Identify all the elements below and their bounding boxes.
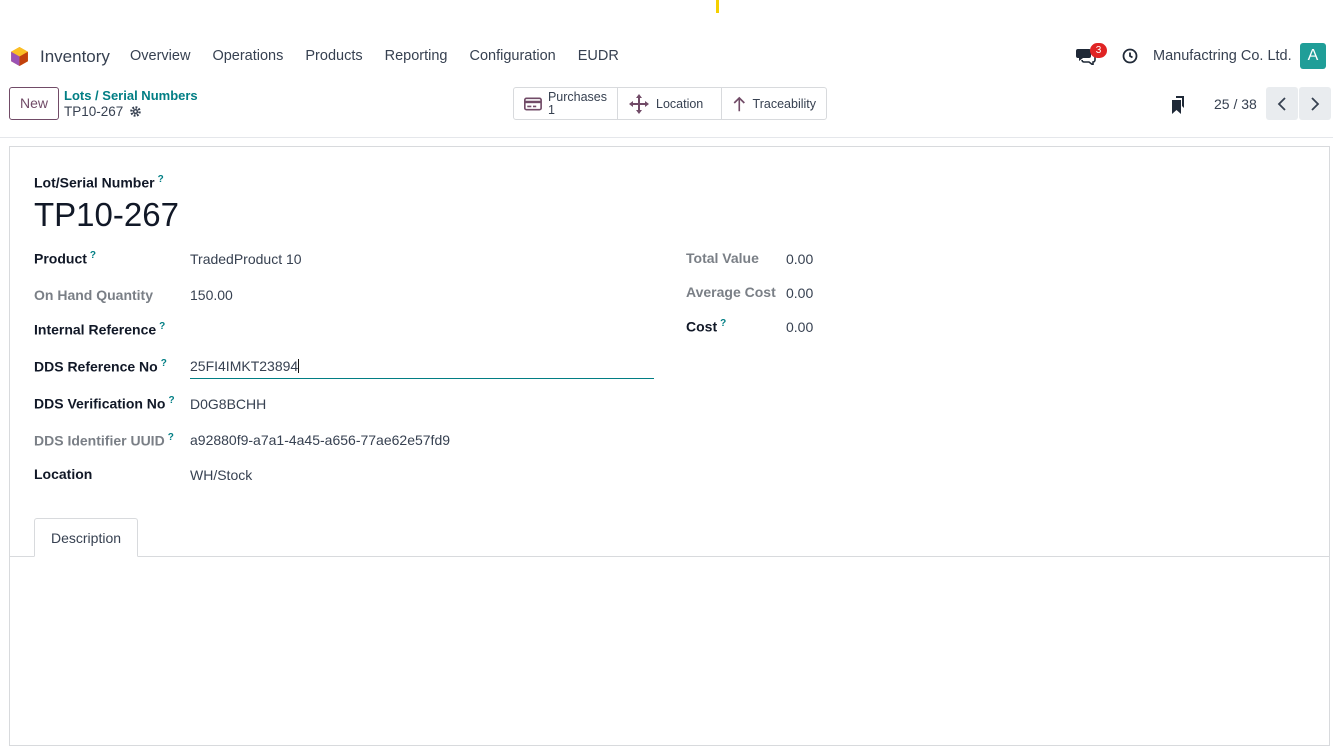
purchases-label: Purchases	[547, 89, 607, 104]
traceability-smart-button[interactable]: Traceability	[722, 88, 826, 119]
chevron-right-icon	[1311, 96, 1320, 111]
internal-reference-input[interactable]	[190, 321, 654, 341]
dds-verification-label-text: DDS Verification No	[34, 395, 166, 412]
text-caret	[298, 359, 300, 373]
dds-reference-label-text: DDS Reference No	[34, 358, 158, 375]
location-label: Location	[34, 466, 93, 482]
menu-eudr[interactable]: EUDR	[578, 48, 619, 64]
total-value: 0.00	[786, 251, 814, 267]
record-name: TP10-267	[64, 104, 142, 119]
internal-reference-label: Internal Reference?	[34, 321, 165, 338]
chat-count-badge: 3	[1090, 43, 1107, 58]
user-avatar[interactable]: A	[1300, 43, 1326, 69]
help-tooltip[interactable]: ?	[168, 432, 174, 443]
help-tooltip[interactable]: ?	[158, 174, 164, 185]
dds-reference-input[interactable]: 25FI4IMKT23894	[190, 358, 654, 379]
inventory-app-icon[interactable]	[9, 46, 30, 67]
control-panel-divider	[0, 137, 1333, 138]
gear-icon[interactable]	[129, 105, 142, 118]
cost-value[interactable]: 0.00	[786, 319, 813, 335]
arrow-up-icon	[733, 96, 745, 111]
purchases-count: 1	[547, 102, 555, 117]
pager-next-button[interactable]	[1299, 87, 1331, 120]
location-label: Location	[656, 96, 704, 111]
help-tooltip[interactable]: ?	[720, 318, 726, 329]
help-tooltip[interactable]: ?	[90, 250, 96, 261]
product-label: Product?	[34, 250, 96, 267]
dds-verification-value[interactable]: D0G8BCHH	[190, 396, 266, 412]
dds-uuid-label: DDS Identifier UUID?	[34, 432, 174, 449]
lot-name-value[interactable]: TP10-267	[34, 196, 179, 234]
average-cost-value: 0.00	[786, 285, 814, 301]
move-arrows-icon	[629, 93, 649, 114]
menu-configuration[interactable]: Configuration	[469, 48, 555, 64]
average-cost-label: Average Cost	[686, 284, 776, 300]
help-tooltip[interactable]: ?	[161, 358, 167, 369]
pager-value[interactable]: 25 / 38	[1214, 96, 1257, 112]
tabs-divider	[10, 556, 1329, 557]
location-value[interactable]: WH/Stock	[190, 467, 252, 483]
dds-reference-label: DDS Reference No?	[34, 358, 167, 375]
location-smart-button[interactable]: Location	[618, 88, 722, 119]
app-name[interactable]: Inventory	[40, 47, 110, 67]
dds-reference-value: 25FI4IMKT23894	[190, 358, 299, 374]
lot-serial-label-text: Lot/Serial Number	[34, 174, 155, 191]
new-button[interactable]: New	[9, 87, 59, 120]
tab-description[interactable]: Description	[34, 518, 138, 557]
credit-card-icon	[524, 96, 542, 111]
company-switcher[interactable]: Manufactring Co. Ltd.	[1153, 48, 1292, 64]
product-value[interactable]: TradedProduct 10	[190, 251, 302, 267]
onhand-label: On Hand Quantity	[34, 287, 153, 303]
menu-reporting[interactable]: Reporting	[385, 48, 448, 64]
onhand-value: 150.00	[190, 287, 233, 303]
dds-verification-label: DDS Verification No?	[34, 395, 175, 412]
help-tooltip[interactable]: ?	[159, 321, 165, 332]
record-name-text: TP10-267	[64, 104, 124, 119]
traceability-label: Traceability	[752, 96, 816, 111]
activity-clock-icon[interactable]	[1122, 48, 1138, 64]
dds-uuid-value: a92880f9-a7a1-4a45-a656-77ae62e57fd9	[190, 432, 451, 448]
dds-uuid-label-text: DDS Identifier UUID	[34, 432, 165, 449]
bookmark-icon[interactable]	[1171, 96, 1185, 114]
breadcrumb[interactable]: Lots / Serial Numbers	[64, 88, 198, 103]
main-menu: Overview Operations Products Reporting C…	[130, 48, 641, 64]
total-value-label: Total Value	[686, 250, 759, 266]
product-label-text: Product	[34, 250, 87, 267]
help-tooltip[interactable]: ?	[168, 395, 174, 406]
chevron-left-icon	[1277, 96, 1286, 111]
internal-reference-label-text: Internal Reference	[34, 321, 157, 338]
top-indicator	[716, 0, 719, 13]
purchases-smart-button[interactable]: Purchases 1	[514, 88, 618, 119]
pager-previous-button[interactable]	[1266, 87, 1298, 120]
cost-label-text: Cost	[686, 318, 718, 335]
smart-buttons: Purchases 1 Location Traceability	[513, 87, 827, 120]
cost-label: Cost?	[686, 318, 726, 335]
menu-products[interactable]: Products	[305, 48, 362, 64]
menu-operations[interactable]: Operations	[212, 48, 283, 64]
menu-overview[interactable]: Overview	[130, 48, 190, 64]
lot-serial-label: Lot/Serial Number?	[34, 174, 164, 191]
